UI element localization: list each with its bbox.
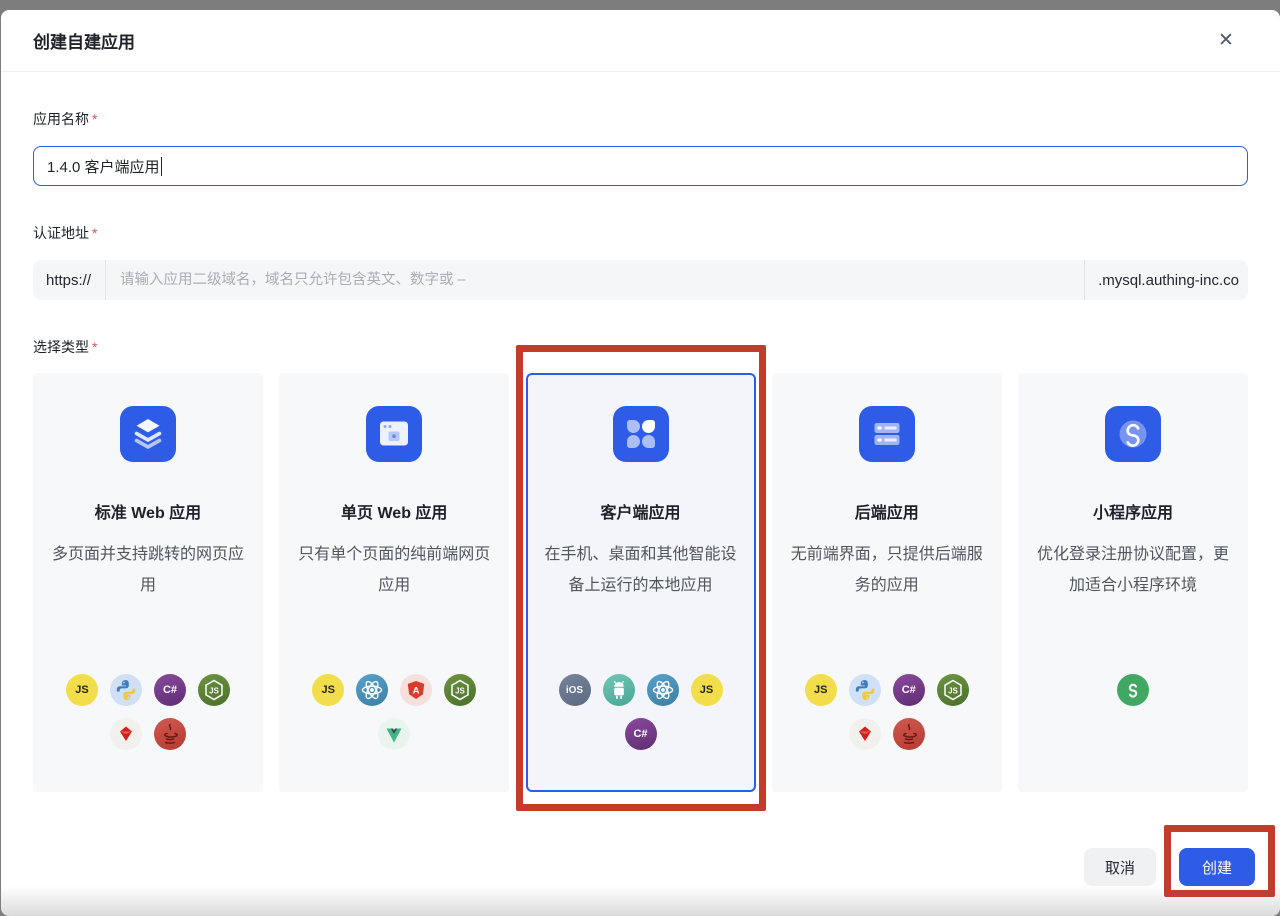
card-description: 在手机、桌面和其他智能设备上运行的本地应用	[538, 539, 744, 601]
card-title: 单页 Web 应用	[281, 499, 507, 523]
required-asterisk: *	[92, 339, 97, 355]
javascript-icon: JS	[312, 674, 344, 706]
petal-shape	[642, 435, 655, 448]
svg-text:A: A	[413, 685, 420, 696]
layers-icon	[120, 406, 176, 462]
auth-url-field: https:// .mysql.authing-inc.co	[33, 260, 1248, 300]
app-type-card-backend[interactable]: 后端应用 无前端界面，只提供后端服务的应用 JS C# JS	[772, 373, 1002, 792]
svg-text:JS: JS	[948, 686, 958, 695]
app-name-input[interactable]: 1.4.0 客户端应用	[33, 146, 1248, 186]
python-icon	[110, 674, 142, 706]
petal-shape	[642, 420, 655, 433]
dialog-header: 创建自建应用 ✕	[1, 10, 1280, 72]
nodejs-icon: JS	[198, 674, 230, 706]
required-asterisk: *	[92, 225, 97, 241]
bottom-shadow	[1, 886, 1280, 916]
create-app-dialog: 创建自建应用 ✕ 应用名称 * 1.4.0 客户端应用 认证地址 * https…	[1, 10, 1280, 916]
app-type-card-miniprogram[interactable]: 小程序应用 优化登录注册协议配置，更加适合小程序环境	[1018, 373, 1248, 792]
url-domain-suffix: .mysql.authing-inc.co	[1085, 260, 1248, 300]
python-icon	[849, 674, 881, 706]
create-button[interactable]: 创建	[1179, 848, 1255, 886]
clover-icon	[613, 406, 669, 462]
auth-url-label: 认证地址 *	[33, 223, 1248, 243]
app-type-card-standard-web[interactable]: 标准 Web 应用 多页面并支持跳转的网页应用 JS C# JS	[33, 373, 263, 792]
card-description: 无前端界面，只提供后端服务的应用	[784, 539, 990, 601]
text-cursor	[161, 157, 163, 176]
cancel-button[interactable]: 取消	[1084, 848, 1156, 886]
csharp-icon: C#	[893, 674, 925, 706]
app-name-value: 1.4.0 客户端应用	[47, 156, 160, 177]
android-icon	[603, 674, 635, 706]
dialog-footer: 取消 创建	[1084, 848, 1255, 886]
browser-icon	[366, 406, 422, 462]
javascript-icon: JS	[691, 674, 723, 706]
card-description: 多页面并支持跳转的网页应用	[45, 539, 251, 601]
app-name-label-text: 应用名称	[33, 109, 89, 129]
java-icon	[893, 718, 925, 750]
nodejs-icon: JS	[444, 674, 476, 706]
create-button-wrap: 创建	[1179, 848, 1255, 886]
tech-icon-row: iOS	[528, 674, 754, 750]
dialog-body: 应用名称 * 1.4.0 客户端应用 认证地址 * https:// .mysq…	[1, 109, 1280, 792]
server-icon	[859, 406, 915, 462]
react-icon	[647, 674, 679, 706]
card-description: 只有单个页面的纯前端网页应用	[291, 539, 497, 601]
petal-shape	[627, 435, 640, 448]
react-icon	[356, 674, 388, 706]
ruby-icon	[110, 718, 142, 750]
miniprogram-icon	[1105, 406, 1161, 462]
card-description: 优化登录注册协议配置，更加适合小程序环境	[1030, 539, 1236, 601]
tech-icon-row	[1020, 674, 1246, 706]
app-type-card-client[interactable]: 客户端应用 在手机、桌面和其他智能设备上运行的本地应用 iOS	[526, 373, 756, 792]
app-type-card-spa-web[interactable]: 单页 Web 应用 只有单个页面的纯前端网页应用 JS	[279, 373, 509, 792]
required-asterisk: *	[92, 111, 97, 127]
url-protocol-prefix: https://	[33, 260, 105, 300]
auth-url-label-text: 认证地址	[33, 223, 89, 243]
card-title: 标准 Web 应用	[35, 499, 261, 523]
nodejs-icon: JS	[937, 674, 969, 706]
vue-icon	[378, 718, 410, 750]
javascript-icon: JS	[66, 674, 98, 706]
tech-icon-row: JS	[281, 674, 507, 750]
tech-icon-row: JS C# JS	[35, 674, 261, 750]
svg-text:JS: JS	[455, 686, 465, 695]
angular-icon: A	[400, 674, 432, 706]
card-title: 小程序应用	[1020, 499, 1246, 523]
app-type-label-text: 选择类型	[33, 337, 89, 357]
card-title: 后端应用	[774, 499, 1000, 523]
csharp-icon: C#	[625, 718, 657, 750]
subdomain-input[interactable]	[106, 260, 1084, 300]
java-icon	[154, 718, 186, 750]
wechat-miniprogram-icon	[1117, 674, 1149, 706]
javascript-icon: JS	[805, 674, 837, 706]
petal-shape	[627, 420, 640, 433]
csharp-icon: C#	[154, 674, 186, 706]
ios-icon: iOS	[559, 674, 591, 706]
tech-icon-row: JS C# JS	[774, 674, 1000, 750]
app-type-card-list: 标准 Web 应用 多页面并支持跳转的网页应用 JS C# JS	[33, 373, 1248, 792]
card-title: 客户端应用	[528, 499, 754, 523]
ruby-icon	[849, 718, 881, 750]
app-type-label: 选择类型 *	[33, 337, 1248, 357]
dialog-title: 创建自建应用	[33, 28, 135, 53]
close-icon[interactable]: ✕	[1212, 27, 1240, 55]
svg-text:JS: JS	[209, 686, 219, 695]
app-name-label: 应用名称 *	[33, 109, 1248, 129]
